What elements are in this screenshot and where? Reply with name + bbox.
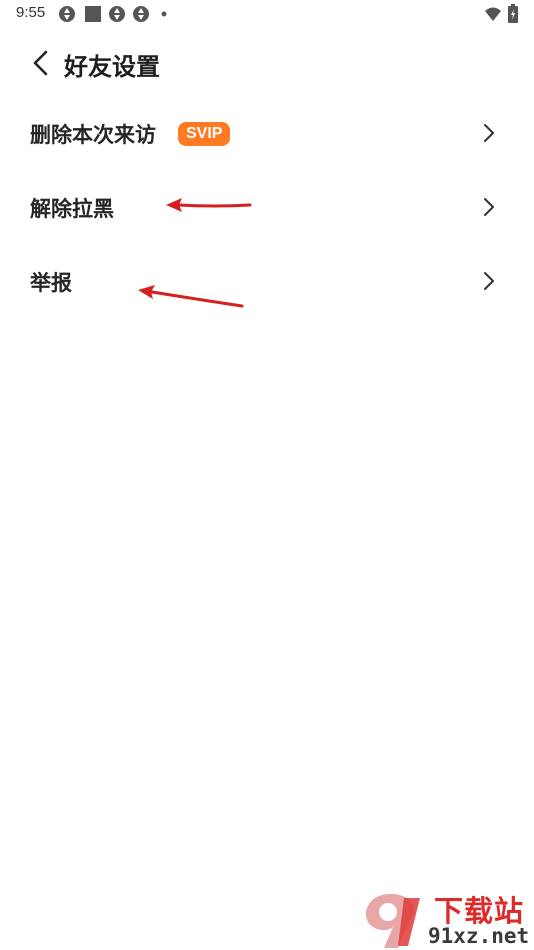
menu-item-delete-visit[interactable]: 删除本次来访 SVIP bbox=[0, 101, 534, 165]
back-arrow-icon[interactable] bbox=[28, 48, 54, 78]
menu-item-label: 删除本次来访 bbox=[30, 123, 156, 147]
chevron-right-icon bbox=[484, 272, 494, 290]
sync-icon bbox=[133, 6, 149, 22]
watermark-logo bbox=[366, 894, 420, 948]
battery-icon bbox=[508, 4, 518, 23]
annotation-arrow bbox=[138, 285, 244, 308]
app-square-icon bbox=[85, 6, 101, 22]
status-bar: 9:55 bbox=[0, 0, 534, 28]
menu-item-unblock[interactable]: 解除拉黑 bbox=[0, 175, 534, 239]
svip-badge: SVIP bbox=[178, 122, 231, 146]
menu-item-report[interactable]: 举报 bbox=[0, 249, 534, 313]
dot-icon bbox=[161, 11, 167, 17]
chevron-right-icon bbox=[484, 124, 494, 142]
watermark: 下载站 91xz.net bbox=[360, 888, 534, 950]
menu-item-label: 解除拉黑 bbox=[30, 197, 114, 221]
annotation-arrow bbox=[166, 198, 252, 212]
sync-icon bbox=[109, 6, 125, 22]
watermark-domain: 91xz.net bbox=[428, 924, 530, 948]
page-title: 好友设置 bbox=[64, 53, 160, 81]
sync-icon bbox=[59, 6, 75, 22]
chevron-right-icon bbox=[484, 198, 494, 216]
menu-item-label: 举报 bbox=[30, 271, 72, 295]
status-time: 9:55 bbox=[16, 4, 46, 21]
header: 好友设置 bbox=[0, 38, 534, 88]
wifi-icon bbox=[485, 7, 501, 21]
